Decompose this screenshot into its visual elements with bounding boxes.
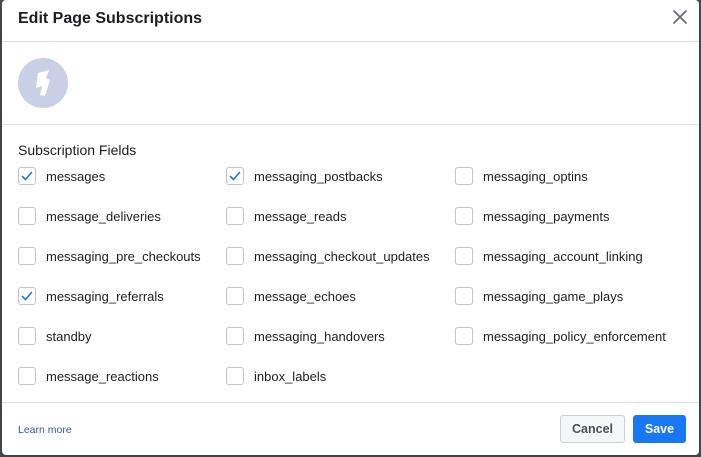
- subscription-field[interactable]: message_reads: [226, 206, 347, 226]
- checkbox[interactable]: [18, 327, 36, 345]
- field-label: message_deliveries: [46, 208, 161, 224]
- subscription-field[interactable]: message_echoes: [226, 286, 356, 306]
- field-label: messaging_checkout_updates: [254, 248, 430, 264]
- checkbox[interactable]: [455, 207, 473, 225]
- subscription-field[interactable]: messaging_pre_checkouts: [18, 246, 201, 266]
- checkbox[interactable]: [18, 167, 36, 185]
- subscription-field[interactable]: messaging_account_linking: [455, 246, 643, 266]
- subscription-field[interactable]: messaging_handovers: [226, 326, 385, 346]
- checkbox[interactable]: [226, 247, 244, 265]
- field-label: messaging_handovers: [254, 328, 385, 344]
- checkbox[interactable]: [455, 327, 473, 345]
- field-label: messaging_game_plays: [483, 288, 624, 304]
- field-label: messaging_policy_enforcement: [483, 328, 666, 344]
- section-label: Subscription Fields: [18, 142, 137, 158]
- subscription-field[interactable]: messaging_checkout_updates: [226, 246, 430, 266]
- field-label: standby: [46, 328, 92, 344]
- checkbox[interactable]: [226, 287, 244, 305]
- field-label: messaging_optins: [483, 168, 588, 184]
- field-label: messages: [46, 168, 106, 184]
- checkbox[interactable]: [455, 167, 473, 185]
- checkbox[interactable]: [455, 247, 473, 265]
- subscription-field[interactable]: messaging_postbacks: [226, 166, 383, 186]
- subscription-field[interactable]: messaging_payments: [455, 206, 609, 226]
- checkbox[interactable]: [226, 167, 244, 185]
- field-label: messaging_postbacks: [254, 168, 383, 184]
- learn-more-link[interactable]: Learn more: [18, 424, 72, 436]
- subscription-field[interactable]: messages: [18, 166, 105, 186]
- dialog-title: Edit Page Subscriptions: [18, 10, 203, 27]
- field-label: inbox_labels: [254, 368, 327, 384]
- close-icon[interactable]: [671, 8, 689, 26]
- checkbox[interactable]: [18, 207, 36, 225]
- checkbox[interactable]: [226, 367, 244, 385]
- field-label: message_echoes: [254, 288, 356, 304]
- checkbox[interactable]: [226, 327, 244, 345]
- save-button[interactable]: Save: [633, 415, 686, 443]
- field-label: message_reads: [254, 208, 347, 224]
- subscription-field[interactable]: standby: [18, 326, 92, 346]
- field-label: messaging_pre_checkouts: [46, 248, 201, 264]
- edit-subscriptions-dialog: Edit Page Subscriptions Subscription Fie…: [2, 0, 699, 455]
- field-label: messaging_payments: [483, 208, 610, 224]
- checkmark-icon: [21, 171, 33, 181]
- field-label: messaging_account_linking: [483, 248, 643, 264]
- subscription-field[interactable]: inbox_labels: [226, 366, 326, 386]
- checkbox[interactable]: [18, 367, 36, 385]
- subscription-field[interactable]: messaging_referrals: [18, 286, 164, 306]
- checkbox[interactable]: [18, 287, 36, 305]
- checkmark-icon: [21, 291, 33, 301]
- subscription-field[interactable]: messaging_game_plays: [455, 286, 623, 306]
- subscription-field[interactable]: messaging_policy_enforcement: [455, 326, 666, 346]
- subscription-field[interactable]: message_deliveries: [18, 206, 161, 226]
- field-label: messaging_referrals: [46, 288, 164, 304]
- checkbox[interactable]: [18, 247, 36, 265]
- page-avatar-icon: [18, 58, 68, 108]
- dialog-header: Edit Page Subscriptions: [2, 0, 699, 42]
- checkmark-icon: [229, 171, 241, 181]
- cancel-button[interactable]: Cancel: [560, 415, 625, 443]
- checkbox[interactable]: [455, 287, 473, 305]
- field-label: message_reactions: [46, 368, 159, 384]
- dialog-footer: Learn more Cancel Save: [2, 402, 699, 455]
- checkbox[interactable]: [226, 207, 244, 225]
- page-avatar-row: [2, 42, 699, 125]
- subscription-field[interactable]: message_reactions: [18, 366, 159, 386]
- subscription-field[interactable]: messaging_optins: [455, 166, 588, 186]
